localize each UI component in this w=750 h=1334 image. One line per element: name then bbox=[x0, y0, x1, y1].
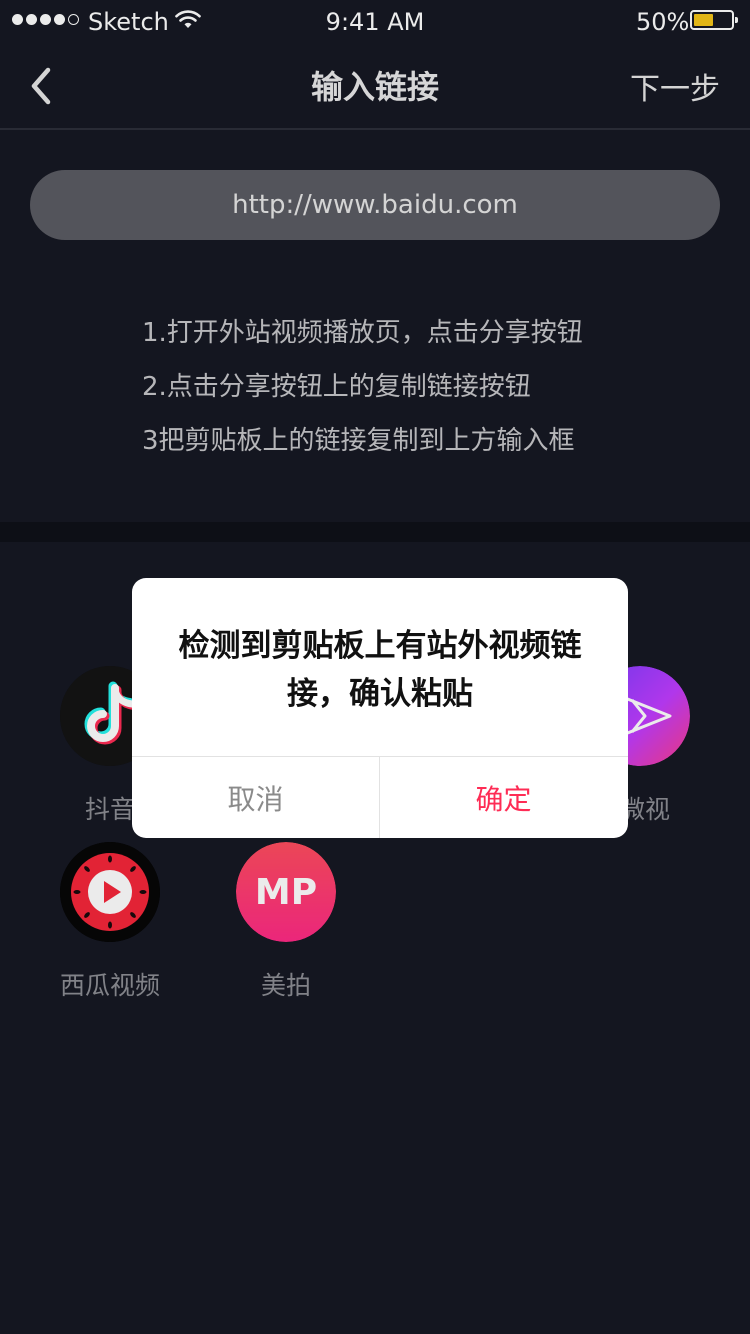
confirm-button[interactable]: 确定 bbox=[380, 757, 627, 838]
paste-confirm-dialog: 检测到剪贴板上有站外视频链接，确认粘贴 取消 确定 bbox=[132, 578, 628, 838]
cancel-button[interactable]: 取消 bbox=[132, 757, 379, 838]
dialog-message: 检测到剪贴板上有站外视频链接，确认粘贴 bbox=[178, 628, 582, 712]
